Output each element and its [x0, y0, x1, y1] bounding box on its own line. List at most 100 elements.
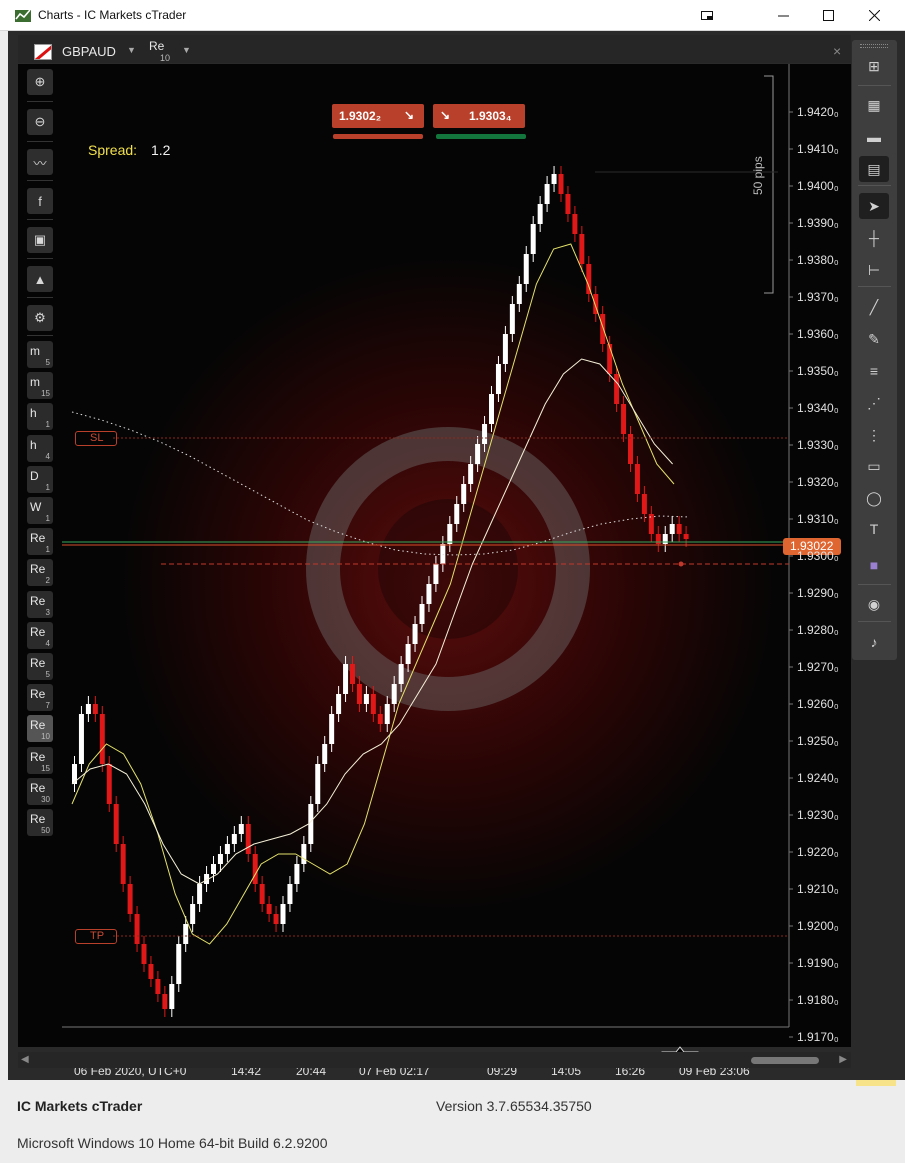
split-layout-icon[interactable]: ▤ — [859, 156, 889, 182]
timeframe-button[interactable]: D1 — [27, 465, 53, 493]
scroll-left-icon[interactable]: ◀ — [21, 1054, 29, 1065]
fibonacci-icon[interactable]: ≡ — [859, 358, 889, 384]
buy-button[interactable]: ↘ 1.9303₄ — [433, 104, 525, 128]
drawing-toolbar: ⊞ ▦ ▬ ▤ ➤ ┼ ⊢ ╱ ✎ ≡ ⋰ ⋮ ▭ ◯ T ■ ◉ ♪ — [852, 40, 897, 660]
candle-body — [301, 844, 307, 864]
trendline-icon[interactable]: ╱ — [859, 294, 889, 320]
crosshair-icon[interactable]: ┼ — [859, 225, 889, 251]
price-chart[interactable] — [18, 64, 851, 1047]
fib-extension-icon[interactable]: ⋮ — [859, 422, 889, 448]
timeframe-button[interactable]: Re 3 — [27, 590, 53, 618]
horizontal-scrollbar[interactable]: ◀ ▶ — [18, 1052, 851, 1068]
candle-body — [92, 704, 98, 714]
camera-icon[interactable]: ◉ — [859, 591, 889, 617]
timeframe-unit: Re — [30, 624, 46, 639]
toolbar-separator — [27, 101, 53, 102]
candle-body — [120, 844, 126, 884]
robot-icon[interactable]: ▣ — [27, 227, 53, 253]
timeframe-button[interactable]: Re 15 — [27, 746, 53, 774]
timeframe-button[interactable]: W1 — [27, 497, 53, 524]
timeframe-unit: h — [30, 437, 37, 452]
scroll-right-icon[interactable]: ▶ — [839, 1054, 847, 1065]
close-chart-icon[interactable]: × — [833, 43, 841, 59]
indicators-icon[interactable]: 〰 — [27, 149, 53, 175]
candle-body — [322, 744, 328, 764]
pitchfork-icon[interactable]: ⋰ — [859, 390, 889, 416]
chevron-down-icon[interactable]: ▼ — [182, 45, 191, 55]
price-tick-label: 1.9310₀ — [797, 512, 839, 526]
timeframe-button[interactable]: Re 5 — [27, 653, 53, 680]
toolbar-separator — [27, 258, 53, 259]
price-tick-label: 1.9230₀ — [797, 808, 839, 822]
sell-button[interactable]: 1.9302₂ ↘ — [332, 104, 424, 128]
alert-bell-icon[interactable]: ♪ — [859, 629, 889, 655]
price-tick-label: 1.9370₀ — [797, 290, 839, 304]
timeframe-button[interactable]: Re 7 — [27, 684, 53, 712]
timeframe-button[interactable]: Re 1 — [27, 528, 53, 556]
scrollbar-thumb[interactable] — [751, 1057, 819, 1064]
timeframe-unit: Re — [30, 656, 46, 670]
candle-body — [190, 904, 196, 924]
timeframe-button[interactable]: m 15 — [27, 372, 53, 400]
candle-body — [405, 644, 411, 664]
symbol-selector[interactable]: GBPAUD — [62, 44, 116, 59]
timeframe-size: 15 — [41, 763, 50, 773]
zoom-in-icon[interactable]: ⊕ — [27, 69, 53, 95]
toolbar-separator — [858, 85, 891, 86]
timeframe-button[interactable]: m5 — [27, 341, 53, 368]
timeframe-button[interactable]: h4 — [27, 434, 53, 462]
timeframe-size: 1 — [45, 545, 50, 555]
chart-workspace: GBPAUD ▼ Re 10 ▼ × ⊕ ⊖ 〰 f ▣ ▲ ⚙ m 5 m 1… — [8, 31, 905, 1080]
take-profit-tag[interactable]: TP — [75, 929, 117, 944]
minimize-icon[interactable] — [760, 0, 806, 31]
price-tick-label: 1.9350₀ — [797, 364, 839, 378]
timeframe-button[interactable]: Re 4 — [27, 621, 53, 649]
candle-body — [516, 284, 522, 304]
timeframe-unit: Re — [30, 749, 46, 764]
timeframe-selector[interactable]: Re — [149, 39, 164, 53]
left-toolbar: ⊕ ⊖ 〰 f ▣ ▲ ⚙ m 5 m 15 h 1 h 4 D 1 W 1 Re 1 Re 2 Re 3 Re 4 Re 5 Re 7 Re… — [18, 64, 60, 1047]
color-icon[interactable]: ■ — [859, 552, 889, 578]
candle-body — [447, 524, 453, 544]
timeframe-unit: m — [30, 375, 40, 390]
chart-area[interactable]: ⊕ ⊖ 〰 f ▣ ▲ ⚙ m 5 m 15 h 1 h 4 D 1 W 1 Re 1 Re 2 Re 3 Re 4 Re 5 Re 7 Re… — [18, 64, 851, 1078]
timeframe-button[interactable]: h1 — [27, 403, 53, 431]
toolbar-grip-icon[interactable] — [860, 44, 888, 48]
timeframe-sub: 10 — [160, 53, 171, 63]
rectangle-icon[interactable]: ▭ — [859, 453, 889, 479]
stop-loss-tag[interactable]: SL — [75, 431, 117, 446]
candle-body — [127, 884, 133, 914]
new-chart-icon[interactable]: ⊞ — [859, 53, 889, 79]
candle-body — [350, 664, 355, 684]
maximize-icon[interactable] — [805, 0, 851, 31]
close-icon[interactable] — [851, 0, 897, 31]
candle-body — [676, 524, 682, 534]
zoom-out-icon[interactable]: ⊖ — [27, 109, 53, 135]
chevron-down-icon[interactable]: ▼ — [127, 45, 136, 55]
timeframe-button[interactable]: Re 30 — [27, 777, 53, 805]
cursor-icon[interactable]: ➤ — [859, 193, 889, 219]
candle-body — [537, 204, 543, 224]
candle-body — [259, 884, 265, 904]
grid-layout-icon[interactable]: ▦ — [859, 92, 889, 118]
spread-value: 1.2 — [151, 142, 171, 158]
single-layout-icon[interactable]: ▬ — [859, 124, 889, 150]
facebook-icon[interactable]: f — [27, 188, 53, 214]
price-tick-label: 1.9170₀ — [797, 1030, 839, 1044]
price-tick-label: 1.9420₀ — [797, 105, 839, 119]
ruler-icon[interactable]: ⊢ — [859, 257, 889, 283]
text-icon[interactable]: T — [859, 516, 889, 542]
settings-icon[interactable]: ⚙ — [27, 305, 53, 331]
patterns-icon[interactable]: ▲ — [27, 266, 53, 292]
cast-icon[interactable] — [684, 0, 730, 31]
toolbar-separator — [858, 621, 891, 622]
timeframe-button[interactable]: Re 10 — [27, 715, 53, 743]
candle-body — [343, 664, 349, 694]
timeframe-button[interactable]: Re 2 — [27, 559, 53, 587]
candle-body — [482, 424, 488, 444]
candle-body — [211, 864, 216, 874]
timeframe-button[interactable]: Re 50 — [27, 809, 53, 836]
ellipse-icon[interactable]: ◯ — [859, 485, 889, 511]
candle-body — [683, 534, 689, 539]
pen-icon[interactable]: ✎ — [859, 326, 889, 352]
